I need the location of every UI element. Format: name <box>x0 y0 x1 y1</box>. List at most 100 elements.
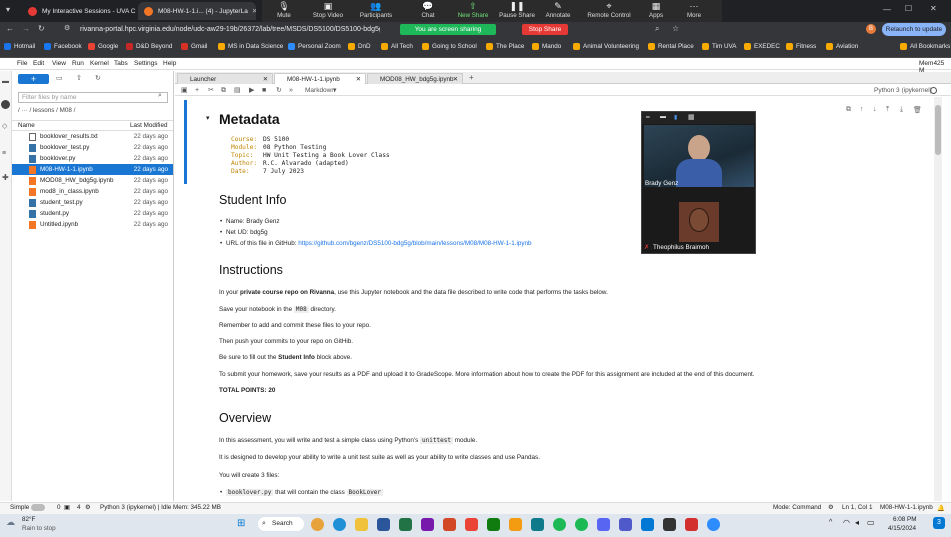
powerpoint-icon[interactable] <box>443 518 456 531</box>
bookmark-item[interactable]: Mando <box>532 43 561 50</box>
edge-taskbar-icon[interactable] <box>333 518 346 531</box>
file-row[interactable]: student_test.py 22 days ago <box>12 197 173 208</box>
menu-run[interactable]: Run <box>72 60 84 67</box>
battery-icon[interactable]: ▭ <box>867 518 875 527</box>
file-row[interactable]: booklover.py 22 days ago <box>12 153 173 164</box>
stop-video-button[interactable]: ▣ Stop Video <box>306 1 350 19</box>
git-icon[interactable]: ◇ <box>2 122 7 130</box>
notifications-icon[interactable]: 3 <box>933 517 945 529</box>
app-icon[interactable] <box>663 518 676 531</box>
cell-type-select[interactable]: Markdown <box>305 85 335 96</box>
bookmark-item[interactable]: Gmail <box>181 43 207 50</box>
notification-icon[interactable]: 🔔 <box>937 504 945 512</box>
cursor-position[interactable]: Ln 1, Col 1 <box>842 504 872 511</box>
menu-view[interactable]: View <box>52 60 66 67</box>
close-icon[interactable]: ✕ <box>263 74 268 85</box>
save-icon[interactable]: ▣ <box>181 85 188 96</box>
breadcrumb[interactable]: / ··· / lessons / M08 / <box>18 107 75 114</box>
mute-button[interactable]: 🎙 Mute <box>262 1 306 19</box>
back-icon[interactable]: ← <box>6 24 14 33</box>
restart-icon[interactable]: ↻ <box>276 85 282 96</box>
bookmark-item[interactable]: Facebook <box>44 43 82 50</box>
file-row[interactable]: student.py 22 days ago <box>12 208 173 219</box>
onenote-icon[interactable] <box>421 518 434 531</box>
kernel-status[interactable]: Python 3 (ipykernel) | Idle <box>100 504 171 511</box>
menu-settings[interactable]: Settings <box>134 60 158 67</box>
tab-notebook[interactable]: MOD08_HW_bdg5g.ipynb ✕ <box>367 73 463 84</box>
bookmark-item[interactable]: Rental Place <box>648 43 694 50</box>
scrollbar[interactable] <box>934 97 942 501</box>
refresh-icon[interactable]: ↻ <box>95 74 101 82</box>
bookmark-item[interactable]: Google <box>88 43 118 50</box>
maximize-icon[interactable]: ☐ <box>905 4 912 13</box>
toc-icon[interactable]: ≡ <box>2 150 6 157</box>
running-icon[interactable] <box>1 100 10 109</box>
bookmark-item[interactable]: Animal Volunteering <box>573 43 639 50</box>
clock-date[interactable]: 4/15/2024 <box>888 525 916 532</box>
spotify-icon[interactable] <box>553 518 566 531</box>
copy-icon[interactable]: ⧉ <box>221 85 226 96</box>
move-up-icon[interactable]: ↑ <box>860 106 864 113</box>
teams-icon[interactable] <box>619 518 632 531</box>
terminal-app-icon[interactable] <box>531 518 544 531</box>
relaunch-button[interactable]: Relaunch to update <box>882 23 946 36</box>
minimize-icon[interactable]: ━ <box>646 114 650 121</box>
collapse-caret-icon[interactable]: ▾ <box>206 114 210 122</box>
scrollbar-thumb[interactable] <box>935 105 941 155</box>
bookmark-item[interactable]: Aviation <box>826 43 858 50</box>
menu-tabs[interactable]: Tabs <box>114 60 128 67</box>
reload-icon[interactable]: ↻ <box>38 24 45 33</box>
delete-cell-icon[interactable]: 🗑 <box>913 106 922 114</box>
word-icon[interactable] <box>377 518 390 531</box>
duplicate-cell-icon[interactable]: ⧉ <box>846 106 851 114</box>
site-info-icon[interactable]: ⚙ <box>64 24 70 32</box>
acrobat-icon[interactable] <box>685 518 698 531</box>
file-row[interactable]: Untitled.ipynb 22 days ago <box>12 219 173 230</box>
name-column-header[interactable]: Name <box>18 122 35 129</box>
menu-edit[interactable]: Edit <box>33 60 44 67</box>
bookmark-item[interactable]: EXEDEC <box>744 43 780 50</box>
bookmark-item[interactable]: Fitness <box>786 43 816 50</box>
windows-start-icon[interactable]: ⊞ <box>237 518 245 529</box>
bookmark-item[interactable]: All Bookmarks <box>900 43 950 50</box>
tab-notebook-active[interactable]: M08-HW-1-1.ipynb ✕ <box>274 73 366 84</box>
folder-icon[interactable]: ▬ <box>2 78 9 85</box>
file-row[interactable]: MOD08_HW_bdg5g.ipynb 22 days ago <box>12 175 173 186</box>
spotify-icon[interactable] <box>575 518 588 531</box>
stop-share-button[interactable]: Stop Share <box>522 24 568 35</box>
window-close-icon[interactable]: ✕ <box>930 4 937 13</box>
participants-button[interactable]: 👥 Participants <box>354 1 398 19</box>
file-filter-input[interactable]: Filter files by name <box>18 92 168 103</box>
bookmark-item[interactable]: MS in Data Science <box>218 43 283 50</box>
bookmark-item[interactable]: Tim UVA <box>702 43 737 50</box>
xbox-icon[interactable] <box>487 518 500 531</box>
bookmark-item[interactable]: Personal Zoom <box>288 43 341 50</box>
stop-icon[interactable]: ■ <box>262 85 266 96</box>
file-row[interactable]: booklover_results.txt 22 days ago <box>12 131 173 142</box>
search-icon[interactable]: ⌕ <box>655 24 659 34</box>
pause-share-button[interactable]: ❚❚ Pause Share <box>495 1 539 19</box>
insert-below-icon[interactable]: ⤓ <box>900 106 903 114</box>
run-icon[interactable]: ▶ <box>249 85 254 96</box>
bookmark-item[interactable]: Going to School <box>422 43 477 50</box>
bookmark-item[interactable]: Hotmail <box>4 43 35 50</box>
chat-button[interactable]: 💬 Chat <box>406 1 450 19</box>
menu-kernel[interactable]: Kernel <box>90 60 109 67</box>
close-icon[interactable]: ✕ <box>453 74 458 85</box>
bookmark-item[interactable]: All Tech <box>381 43 413 50</box>
new-launcher-button[interactable]: + <box>18 74 49 84</box>
wifi-icon[interactable]: ◠ <box>843 518 850 527</box>
close-icon[interactable]: ✕ <box>248 7 256 15</box>
kernel-name[interactable]: Python 3 (ipykernel) <box>874 85 932 96</box>
bookmark-item[interactable]: D&D Beyond <box>126 43 172 50</box>
annotate-button[interactable]: ✎ Annotate <box>536 1 580 19</box>
remote-control-button[interactable]: ⌖ Remote Control <box>584 1 634 19</box>
menu-help[interactable]: Help <box>163 60 176 67</box>
speaker-view-icon[interactable]: ▬ <box>660 114 666 120</box>
more-button[interactable]: ··· More <box>672 1 716 19</box>
blender-icon[interactable] <box>509 518 522 531</box>
terminals-count[interactable]: 0 <box>57 504 61 511</box>
outlook-icon[interactable] <box>641 518 654 531</box>
tab-search-icon[interactable]: ▾ <box>6 5 10 14</box>
modified-column-header[interactable]: Last Modified <box>130 122 167 129</box>
